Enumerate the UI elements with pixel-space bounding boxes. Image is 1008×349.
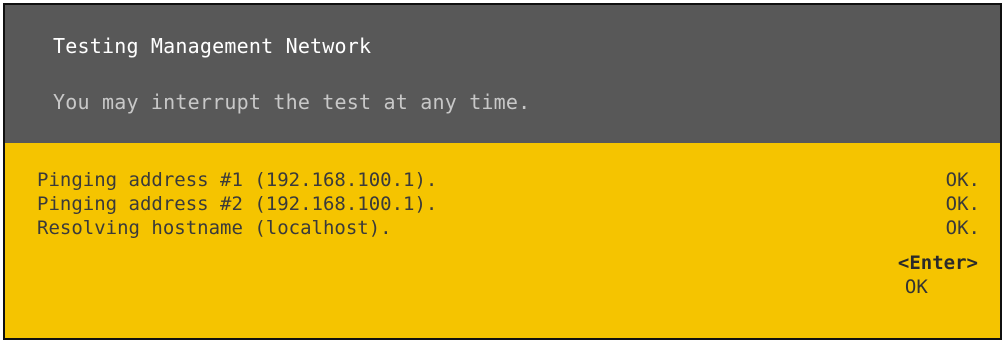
result-row-ping-1: Pinging address #1 (192.168.100.1). OK. xyxy=(37,168,980,192)
dialog-subtitle: You may interrupt the test at any time. xyxy=(53,90,531,114)
result-label: Pinging address #2 (192.168.100.1). xyxy=(37,193,438,215)
ok-label: OK xyxy=(904,276,928,298)
dialog-header: Testing Management Network You may inter… xyxy=(5,5,1000,143)
enter-key-label: <Enter> xyxy=(897,252,978,274)
result-status: OK. xyxy=(945,193,980,215)
result-row-ping-2: Pinging address #2 (192.168.100.1). OK. xyxy=(37,192,980,216)
network-test-dialog: Testing Management Network You may inter… xyxy=(3,3,1002,340)
test-results-list: Pinging address #1 (192.168.100.1). OK. … xyxy=(37,168,980,240)
dialog-title: Testing Management Network xyxy=(53,34,372,58)
result-label: Resolving hostname (localhost). xyxy=(37,217,392,239)
result-row-hostname: Resolving hostname (localhost). OK. xyxy=(37,216,980,240)
result-status: OK. xyxy=(945,169,980,191)
result-label: Pinging address #1 (192.168.100.1). xyxy=(37,169,438,191)
enter-ok-button[interactable]: <Enter> OK xyxy=(852,227,978,323)
